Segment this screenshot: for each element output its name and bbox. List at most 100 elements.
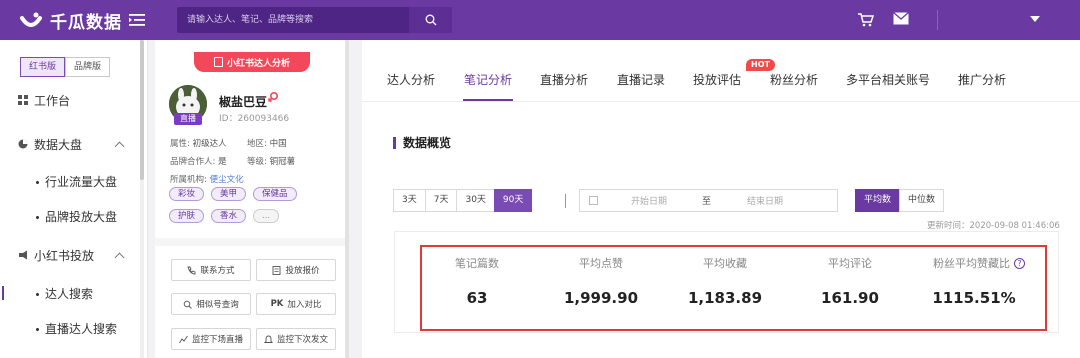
- version-red-book[interactable]: 红书版: [20, 57, 66, 77]
- range-7d[interactable]: 7天: [424, 189, 458, 212]
- quote-button[interactable]: 投放报价: [256, 259, 336, 281]
- contact-label: 联系方式: [200, 266, 235, 276]
- sidebar-subitem-influencer-search[interactable]: 达人搜索: [36, 285, 93, 302]
- tab-influencer-analysis[interactable]: 达人分析: [387, 71, 435, 88]
- org-link[interactable]: 便尘文化: [210, 175, 244, 185]
- brand-partner-label: 品牌合作人:: [170, 157, 216, 167]
- phone-icon: [187, 266, 196, 274]
- more-tags[interactable]: ...: [253, 209, 280, 223]
- bullet-icon: [36, 328, 39, 331]
- tab-promotion-analysis[interactable]: 推广分析: [958, 71, 1006, 88]
- stat-label-notes: 笔记篇数: [455, 257, 499, 270]
- monitor-post-label: 监控下次发文: [276, 335, 328, 345]
- time-range-selector: 3天 7天 30天 90天: [393, 189, 533, 212]
- sidebar-item-dashboard[interactable]: 数据大盘: [0, 132, 140, 156]
- stat-value-notes: 63: [466, 289, 488, 307]
- user-menu-caret-icon[interactable]: [1030, 16, 1040, 22]
- stat-value-comments: 161.90: [821, 289, 879, 307]
- influencer-card: 小红书达人分析 直播 椒盐巴豆 ID：260093466 属性: 初级达人 地区…: [155, 40, 349, 358]
- logo[interactable]: 千瓜数据: [20, 8, 122, 33]
- category-tag[interactable]: 美甲: [211, 187, 247, 201]
- influencer-id: ID：260093466: [219, 114, 290, 124]
- ratio-label-text: 粉丝平均赞藏比: [933, 257, 1010, 270]
- card-divider: [155, 238, 345, 246]
- subitem-label: 行业流量大盘: [45, 175, 118, 189]
- monitor-post-button[interactable]: 监控下次发文: [256, 328, 336, 350]
- region-value: 中国: [269, 139, 287, 149]
- end-date[interactable]: 结束日期: [747, 194, 783, 207]
- range-3d[interactable]: 3天: [393, 189, 426, 212]
- sidebar-item-label: 小红书投放: [34, 248, 95, 263]
- tab-placement-evaluation[interactable]: 投放评估: [693, 71, 741, 88]
- sidebar: 红书版 品牌版 工作台 数据大盘 行业流量大盘 品牌投放大盘 小红书投放 达人搜…: [0, 40, 148, 358]
- subitem-label: 达人搜索: [45, 287, 94, 301]
- range-30d[interactable]: 30天: [456, 189, 495, 212]
- attr-meta: 属性: 初级达人: [170, 137, 227, 149]
- search-icon: [183, 300, 193, 309]
- help-icon[interactable]: ?: [1014, 258, 1025, 269]
- monitor-live-button[interactable]: 监控下场直播: [171, 328, 251, 350]
- grid-icon: [18, 95, 28, 105]
- pie-chart-icon: [18, 139, 28, 149]
- monitor-live-label: 监控下场直播: [191, 335, 243, 345]
- sidebar-item-placement[interactable]: 小红书投放: [0, 243, 140, 267]
- similar-accounts-button[interactable]: 相似号查询: [171, 293, 251, 315]
- menu-collapse-icon[interactable]: [128, 11, 146, 29]
- level-label: 等级:: [247, 157, 267, 167]
- stat-label-likes: 平均点赞: [579, 257, 623, 270]
- category-tag[interactable]: 彩妆: [169, 187, 205, 201]
- sidebar-scrollbar[interactable]: [140, 40, 144, 358]
- version-brand[interactable]: 品牌版: [65, 57, 111, 77]
- mode-median[interactable]: 中位数: [899, 189, 945, 212]
- pk-icon: PK: [270, 299, 284, 309]
- chevron-up-icon[interactable]: [114, 252, 125, 263]
- sidebar-subitem-industry-traffic[interactable]: 行业流量大盘: [36, 173, 117, 190]
- start-date[interactable]: 开始日期: [631, 194, 667, 207]
- tab-multi-platform[interactable]: 多平台相关账号: [846, 71, 930, 88]
- org-label: 所属机构:: [170, 175, 207, 185]
- top-bar: 千瓜数据: [0, 0, 1080, 40]
- card-scrollbar[interactable]: [345, 40, 349, 358]
- bullet-icon: [36, 293, 39, 296]
- cart-icon[interactable]: [857, 12, 874, 27]
- sidebar-item-workbench[interactable]: 工作台: [0, 88, 140, 112]
- search-button[interactable]: [409, 7, 452, 33]
- section-title: 数据概览: [393, 137, 451, 149]
- add-compare-button[interactable]: PK 加入对比: [256, 293, 336, 315]
- range-90d[interactable]: 90天: [493, 189, 533, 212]
- version-switch: 红书版 品牌版: [20, 57, 111, 77]
- update-time: 更新时间：2020-09-08 01:46:06: [927, 221, 1060, 231]
- search-input[interactable]: [177, 7, 409, 33]
- category-tag[interactable]: 护肤: [169, 209, 205, 223]
- chevron-up-icon[interactable]: [114, 141, 125, 152]
- live-badge: 直播: [174, 113, 202, 125]
- sidebar-subitem-live-search[interactable]: 直播达人搜索: [36, 320, 117, 337]
- sidebar-item-label: 数据大盘: [34, 137, 83, 152]
- sidebar-item-label: 工作台: [34, 93, 71, 108]
- category-tag[interactable]: 香水: [211, 209, 247, 223]
- active-indicator: [2, 286, 4, 300]
- tab-fans-analysis[interactable]: 粉丝分析: [770, 71, 818, 88]
- sidebar-subitem-brand-placement[interactable]: 品牌投放大盘: [36, 208, 117, 225]
- search-bar: [177, 7, 452, 33]
- top-divider: [937, 10, 938, 30]
- tab-live-records[interactable]: 直播记录: [617, 71, 665, 88]
- mode-mean[interactable]: 平均数: [855, 189, 901, 212]
- date-range-picker[interactable]: 开始日期 至 结束日期: [579, 189, 838, 212]
- tab-note-analysis[interactable]: 笔记分析: [464, 71, 512, 88]
- category-tag[interactable]: 保健品: [253, 187, 297, 201]
- logo-icon: [20, 12, 42, 27]
- stat-value-likes: 1,999.90: [563, 289, 639, 307]
- stat-label-collects: 平均收藏: [703, 257, 747, 270]
- contact-button[interactable]: 联系方式: [171, 259, 251, 281]
- org-meta: 所属机构: 便尘文化: [170, 173, 244, 185]
- brand-partner-meta: 品牌合作人: 是: [170, 155, 227, 167]
- mail-icon[interactable]: [893, 12, 909, 25]
- compare-label: 加入对比: [287, 300, 322, 310]
- scrollbar-thumb[interactable]: [140, 40, 144, 180]
- similar-label: 相似号查询: [196, 300, 239, 310]
- bullet-icon: [36, 216, 39, 219]
- doc-icon: [213, 57, 223, 67]
- tab-live-analysis[interactable]: 直播分析: [540, 71, 588, 88]
- region-label: 地区:: [247, 139, 267, 149]
